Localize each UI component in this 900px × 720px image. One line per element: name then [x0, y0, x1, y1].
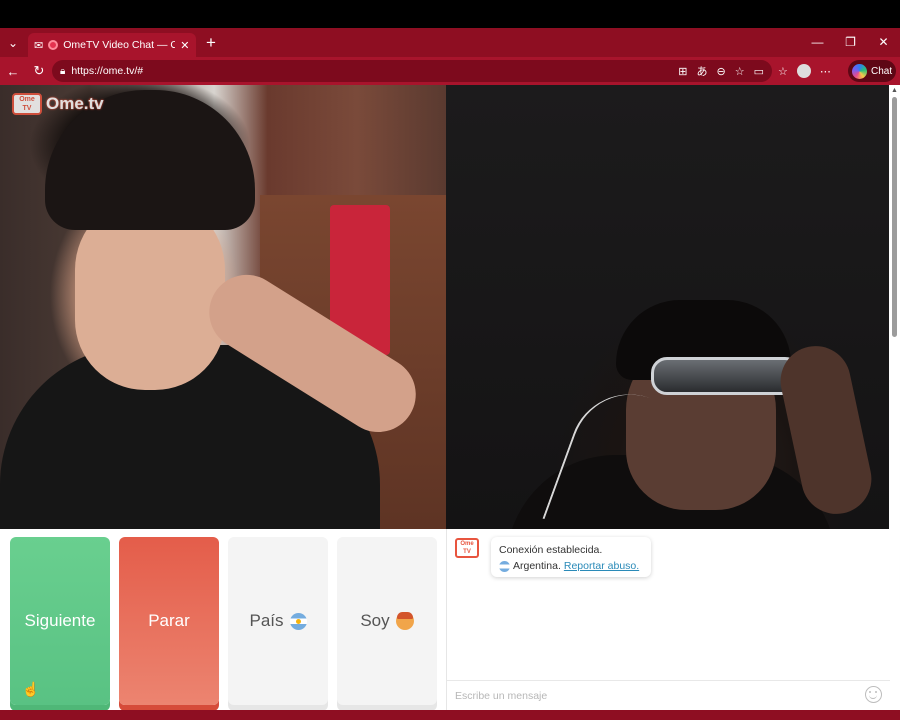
- copilot-label: Chat: [871, 65, 893, 77]
- argentina-flag-icon: [499, 560, 510, 572]
- new-tab-icon[interactable]: +: [206, 33, 216, 53]
- close-tab-icon[interactable]: ✕: [180, 39, 189, 52]
- mail-icon: ✉: [34, 39, 44, 52]
- chat-panel: Ome TV Conexión establecida. Argentina. …: [446, 529, 890, 720]
- chat-input-area: [447, 680, 890, 710]
- system-message-bubble: Conexión establecida. Argentina. Reporta…: [491, 537, 651, 577]
- more-menu-icon[interactable]: ⋯: [820, 65, 831, 78]
- camera-in-use-icon[interactable]: ▭: [754, 65, 764, 78]
- partner-country: Argentina.: [513, 560, 561, 572]
- refresh-icon[interactable]: ↻: [26, 63, 52, 79]
- page-scrollbar[interactable]: ▲: [889, 85, 900, 720]
- app-available-icon[interactable]: ⊞: [678, 65, 687, 78]
- next-button-label: Siguiente: [24, 611, 96, 630]
- gender-button-label: Soy: [360, 611, 390, 630]
- tab-bar: ⌄ ✉ OmeTV Video Chat — Omegle ✕ + — ❐ ✕: [0, 28, 900, 57]
- ometv-logo: Ome TV Ome.tv: [12, 93, 104, 115]
- argentina-flag-icon: [289, 612, 307, 630]
- stop-button-label: Parar: [148, 611, 190, 630]
- recording-icon: [48, 40, 59, 50]
- tab-ometv[interactable]: ✉ OmeTV Video Chat — Omegle ✕: [28, 33, 196, 57]
- country-button-label: País: [249, 611, 284, 630]
- translate-icon[interactable]: あ: [697, 63, 708, 79]
- copilot-icon: [852, 63, 867, 79]
- tab-list-menu-icon[interactable]: ⌄: [0, 28, 26, 57]
- omnibox-icons: ⊞ あ ⊖ ☆ ▭: [678, 60, 764, 82]
- hand-cursor-icon: ☝: [22, 681, 40, 697]
- ometv-badge-icon: Ome TV: [12, 93, 42, 115]
- omnibox[interactable]: 🔒︎ https://ome.tv/# ⊞ あ ⊖ ☆ ▭: [52, 60, 772, 82]
- back-icon[interactable]: ←: [0, 64, 26, 79]
- remote-person-glasses: [651, 357, 801, 395]
- country-button[interactable]: País: [228, 537, 328, 705]
- window-controls: — ❐ ✕: [801, 28, 900, 57]
- favorites-icon[interactable]: ☆: [778, 65, 788, 78]
- copilot-chat-button[interactable]: Chat: [848, 60, 896, 82]
- bottom-frame-strip: [0, 710, 900, 720]
- restore-icon[interactable]: ❐: [834, 28, 867, 57]
- boy-emoji-icon: [395, 612, 414, 630]
- page: Ome TV Ome.tv ▲ Siguiente Parar País Soy…: [0, 85, 900, 720]
- extension-icon[interactable]: ⊖: [717, 65, 726, 78]
- close-window-icon[interactable]: ✕: [867, 28, 900, 57]
- scroll-up-icon[interactable]: ▲: [891, 87, 898, 94]
- next-button[interactable]: Siguiente: [10, 537, 110, 705]
- toolbar-right: ☆ ⋯: [778, 57, 831, 85]
- profile-avatar[interactable]: [796, 64, 811, 78]
- gender-button[interactable]: Soy: [337, 537, 437, 705]
- partner-info-row: Argentina. Reportar abuso.: [499, 558, 643, 574]
- letterbox-top: [0, 0, 900, 28]
- lock-icon[interactable]: 🔒︎: [60, 66, 65, 77]
- control-panel: Siguiente Parar País Soy ☝: [0, 529, 446, 720]
- url-text: https://ome.tv/#: [71, 65, 144, 77]
- local-video: Ome TV Ome.tv: [0, 85, 446, 529]
- tab-title: OmeTV Video Chat — Omegle: [63, 39, 176, 51]
- remote-video: [446, 85, 889, 529]
- minimize-icon[interactable]: —: [801, 28, 834, 57]
- smiley-icon[interactable]: [865, 686, 882, 703]
- report-abuse-link[interactable]: Reportar abuso.: [564, 558, 639, 574]
- favorite-star-icon[interactable]: ☆: [735, 65, 745, 78]
- connection-status-text: Conexión establecida.: [499, 544, 603, 556]
- ometv-chat-avatar-icon: Ome TV: [455, 538, 479, 558]
- address-bar: ← ↻ 🔒︎ https://ome.tv/# ⊞ あ ⊖ ☆ ▭ ☆ ⋯ Ch…: [0, 57, 900, 85]
- ometv-logo-text: Ome.tv: [46, 94, 104, 113]
- message-input[interactable]: [455, 687, 845, 705]
- scroll-thumb[interactable]: [892, 97, 897, 337]
- stop-button[interactable]: Parar: [119, 537, 219, 705]
